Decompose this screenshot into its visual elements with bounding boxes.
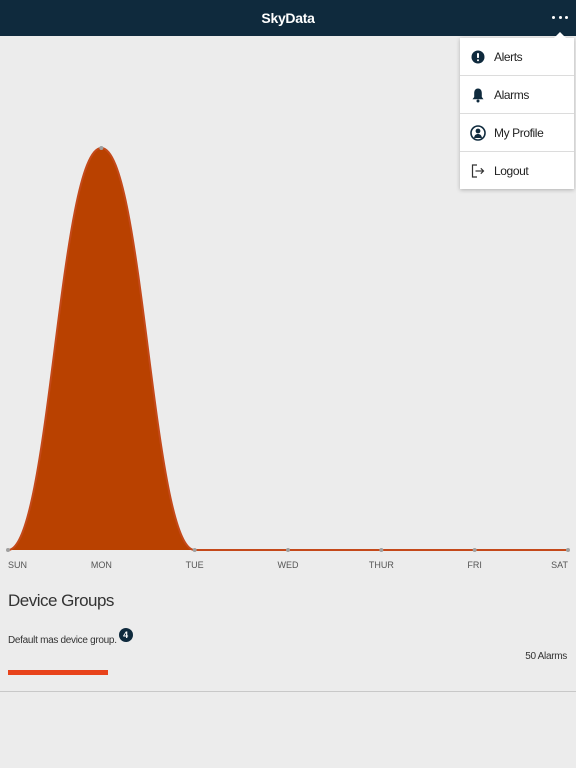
x-tick-label: MON <box>91 560 112 570</box>
data-point <box>286 548 290 552</box>
overflow-menu: Alerts Alarms My Profile Logout <box>460 32 574 189</box>
bell-icon <box>470 87 486 103</box>
x-tick-label: SUN <box>8 560 27 570</box>
data-point <box>472 548 477 552</box>
data-point <box>6 548 10 552</box>
x-tick-label: WED <box>278 560 299 570</box>
data-point <box>99 146 104 150</box>
device-group-name: Default mas device group. <box>8 635 117 646</box>
menu-item-label: Logout <box>494 163 529 178</box>
menu-item-alerts[interactable]: Alerts <box>460 38 574 76</box>
device-group-row[interactable]: Default mas device group. 4 <box>8 628 133 646</box>
menu-item-alarms[interactable]: Alarms <box>460 76 574 114</box>
x-tick-label: TUE <box>186 560 204 570</box>
app-header: SkyData <box>0 0 576 36</box>
device-count-badge: 4 <box>118 628 133 642</box>
exclamation-icon <box>470 49 486 65</box>
x-tick-label: SAT <box>551 560 568 570</box>
data-point <box>379 548 384 552</box>
area-series <box>8 148 568 550</box>
logout-icon <box>470 163 486 179</box>
more-options-icon[interactable] <box>552 10 568 24</box>
menu-item-logout[interactable]: Logout <box>460 152 574 189</box>
alarm-level-bar <box>8 670 108 675</box>
data-point <box>566 548 570 552</box>
section-divider <box>0 691 576 692</box>
alarm-count: 50 Alarms <box>525 651 567 662</box>
menu-item-my-profile[interactable]: My Profile <box>460 114 574 152</box>
x-tick-label: FRI <box>467 560 482 570</box>
data-point <box>192 548 197 552</box>
x-tick-label: THUR <box>369 560 394 570</box>
menu-item-label: Alarms <box>494 87 529 102</box>
menu-item-label: Alerts <box>494 49 523 64</box>
user-icon <box>470 124 486 141</box>
app-title: SkyData <box>261 10 315 26</box>
device-groups-title: Device Groups <box>8 591 114 610</box>
menu-item-label: My Profile <box>494 125 544 140</box>
